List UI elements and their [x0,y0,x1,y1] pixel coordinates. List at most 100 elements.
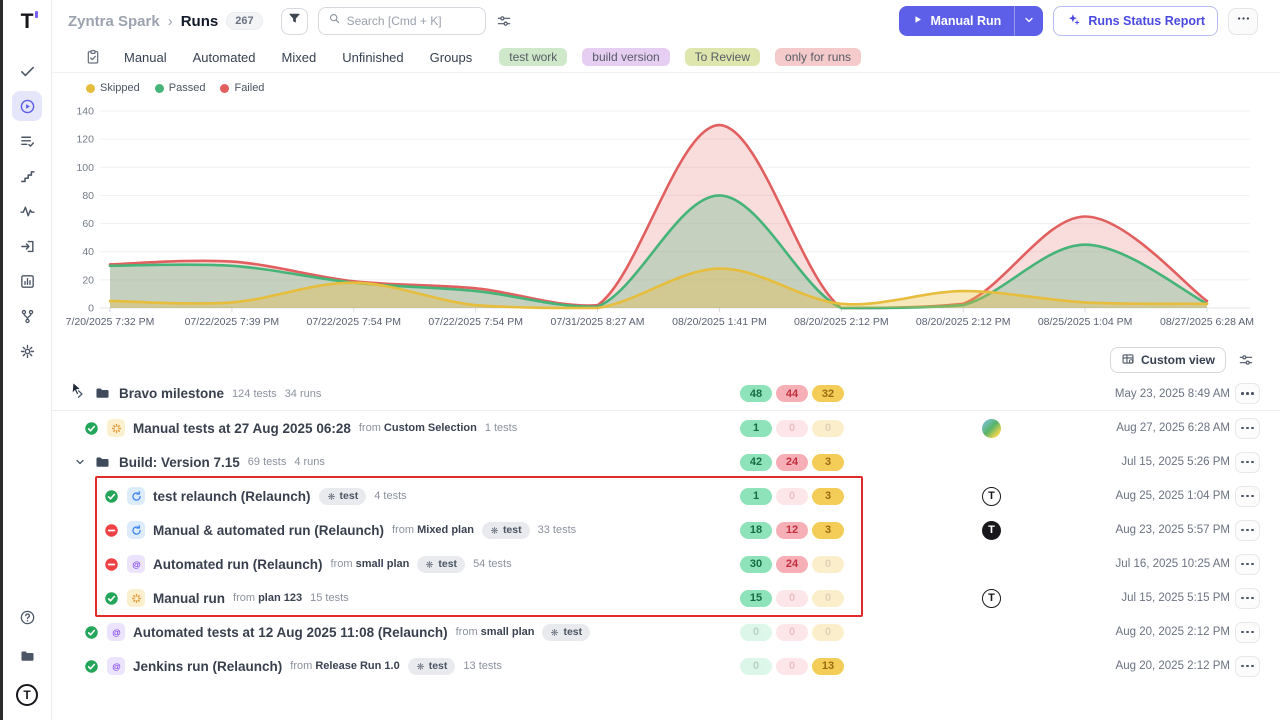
row-more-button[interactable] [1235,383,1260,404]
row-more-button[interactable] [1235,418,1260,439]
sidebar-item-help[interactable] [12,602,42,632]
badge-failed: 0 [776,420,808,437]
tests-count: 54 tests [473,558,512,570]
gear-icon [327,492,336,501]
filter-button[interactable] [281,8,308,35]
row-more-button[interactable] [1235,656,1260,677]
import-icon [19,238,36,255]
gear-icon [19,343,36,360]
row-more-button[interactable] [1235,520,1260,541]
badge-skipped: 3 [812,522,844,539]
svg-text:08/27/2025 6:28 AM: 08/27/2025 6:28 AM [1160,316,1254,328]
sidebar-item-projects[interactable] [12,641,42,671]
badge-passed: 0 [740,624,772,641]
legend-dot [155,84,164,93]
run-title[interactable]: Automated tests at 12 Aug 2025 11:08 (Re… [133,625,448,640]
sidebar-item-runs[interactable] [12,91,42,121]
badge-failed: 24 [776,454,808,471]
badge-failed: 44 [776,385,808,402]
legend-item-failed[interactable]: Failed [220,82,264,94]
tests-count: 124 tests [232,388,277,400]
legend-dot [86,84,95,93]
tab-mixed[interactable]: Mixed [282,50,317,65]
pulse-icon [19,203,36,220]
run-title[interactable]: Automated run (Relaunch) [153,557,323,572]
svg-text:80: 80 [82,190,94,202]
sidebar-item-branches[interactable] [12,301,42,331]
tab-unfinished[interactable]: Unfinished [342,50,403,65]
run-title[interactable]: test relaunch (Relaunch) [153,489,311,504]
tab-groups[interactable]: Groups [430,50,473,65]
view-settings-icon[interactable] [1238,352,1254,368]
svg-text:07/22/2025 7:54 PM: 07/22/2025 7:54 PM [428,316,523,328]
sidebar-item-analytics[interactable] [12,196,42,226]
result-badges: 0013 [740,658,844,675]
chevron-down-icon[interactable] [74,456,86,468]
group-row[interactable]: Build: Version 7.1569 tests4 runs42243Ju… [52,445,1280,479]
sidebar-item-reports[interactable] [12,266,42,296]
tests-count: 4 tests [374,490,406,502]
row-more-button[interactable] [1235,452,1260,473]
status-passed-icon [104,489,119,504]
fork-icon [19,308,36,325]
chevron-right-icon[interactable] [74,388,86,400]
tag-build-version[interactable]: build version [582,48,669,66]
check-icon [19,63,36,80]
svg-text:07/31/2025 8:27 AM: 07/31/2025 8:27 AM [551,316,645,328]
run-tag[interactable]: test [319,488,367,505]
svg-text:08/20/2025 1:41 PM: 08/20/2025 1:41 PM [672,316,767,328]
user-avatar[interactable]: T [16,684,38,706]
run-title[interactable]: Manual tests at 27 Aug 2025 06:28 [133,421,351,436]
manual-run-dropdown[interactable] [1015,6,1043,36]
app-logo[interactable]: T [21,10,34,34]
automated-run-icon: @ [127,555,145,573]
search-settings-icon[interactable] [496,13,512,29]
run-title[interactable]: Manual & automated run (Relaunch) [153,523,384,538]
run-tag[interactable]: test [408,658,456,675]
app-window: T T Zyntra Spark › Runs 267 Manual Run [0,0,1280,720]
tab-manual[interactable]: Manual [124,50,167,65]
run-title[interactable]: Bravo milestone [119,386,224,401]
row-more-button[interactable] [1235,622,1260,643]
clipboard-check-icon[interactable] [85,49,101,65]
row-more-button[interactable] [1235,486,1260,507]
search-input[interactable] [347,14,476,28]
manual-run-button[interactable]: Manual Run [899,6,1043,36]
tag-test-work[interactable]: test work [499,48,567,66]
status-failed-icon [104,523,119,538]
run-title[interactable]: Jenkins run (Relaunch) [133,659,282,674]
run-tag[interactable]: test [482,522,530,539]
run-title[interactable]: Manual run [153,591,225,606]
sidebar-item-milestones[interactable] [12,161,42,191]
run-row[interactable]: @Automated run (Relaunch)from small plan… [52,547,1280,581]
search-box[interactable] [318,7,486,35]
run-row[interactable]: @Automated tests at 12 Aug 2025 11:08 (R… [52,615,1280,649]
run-row[interactable]: Manual tests at 27 Aug 2025 06:28from Cu… [52,411,1280,445]
run-title[interactable]: Build: Version 7.15 [119,455,240,470]
run-row[interactable]: test relaunch (Relaunch)test4 tests103TA… [52,479,1280,513]
sidebar-item-settings[interactable] [12,336,42,366]
run-row[interactable]: Manual runfrom plan 12315 tests1500TJul … [52,581,1280,615]
sidebar-item-test-plans[interactable] [12,126,42,156]
custom-view-button[interactable]: Custom view [1110,347,1226,373]
row-more-button[interactable] [1235,554,1260,575]
tag-to-review[interactable]: To Review [685,48,760,66]
legend-item-skipped[interactable]: Skipped [86,82,140,94]
view-toolbar: Custom view [52,343,1280,377]
breadcrumb-project[interactable]: Zyntra Spark [68,13,160,30]
run-row[interactable]: Manual & automated run (Relaunch)from Mi… [52,513,1280,547]
run-tag[interactable]: test [542,624,590,641]
group-row[interactable]: Bravo milestone124 tests34 runs484432May… [52,377,1280,411]
header-more-button[interactable] [1228,8,1258,35]
status-passed-icon [84,421,99,436]
sidebar-item-import[interactable] [12,231,42,261]
table-gear-icon [1121,352,1135,369]
runs-status-report-button[interactable]: Runs Status Report [1053,6,1218,36]
tag-only-for-runs[interactable]: only for runs [775,48,861,66]
run-row[interactable]: @Jenkins run (Relaunch)from Release Run … [52,649,1280,683]
legend-item-passed[interactable]: Passed [155,82,206,94]
sidebar-item-tasks[interactable] [12,56,42,86]
tab-automated[interactable]: Automated [193,50,256,65]
run-tag[interactable]: test [417,556,465,573]
row-more-button[interactable] [1235,588,1260,609]
